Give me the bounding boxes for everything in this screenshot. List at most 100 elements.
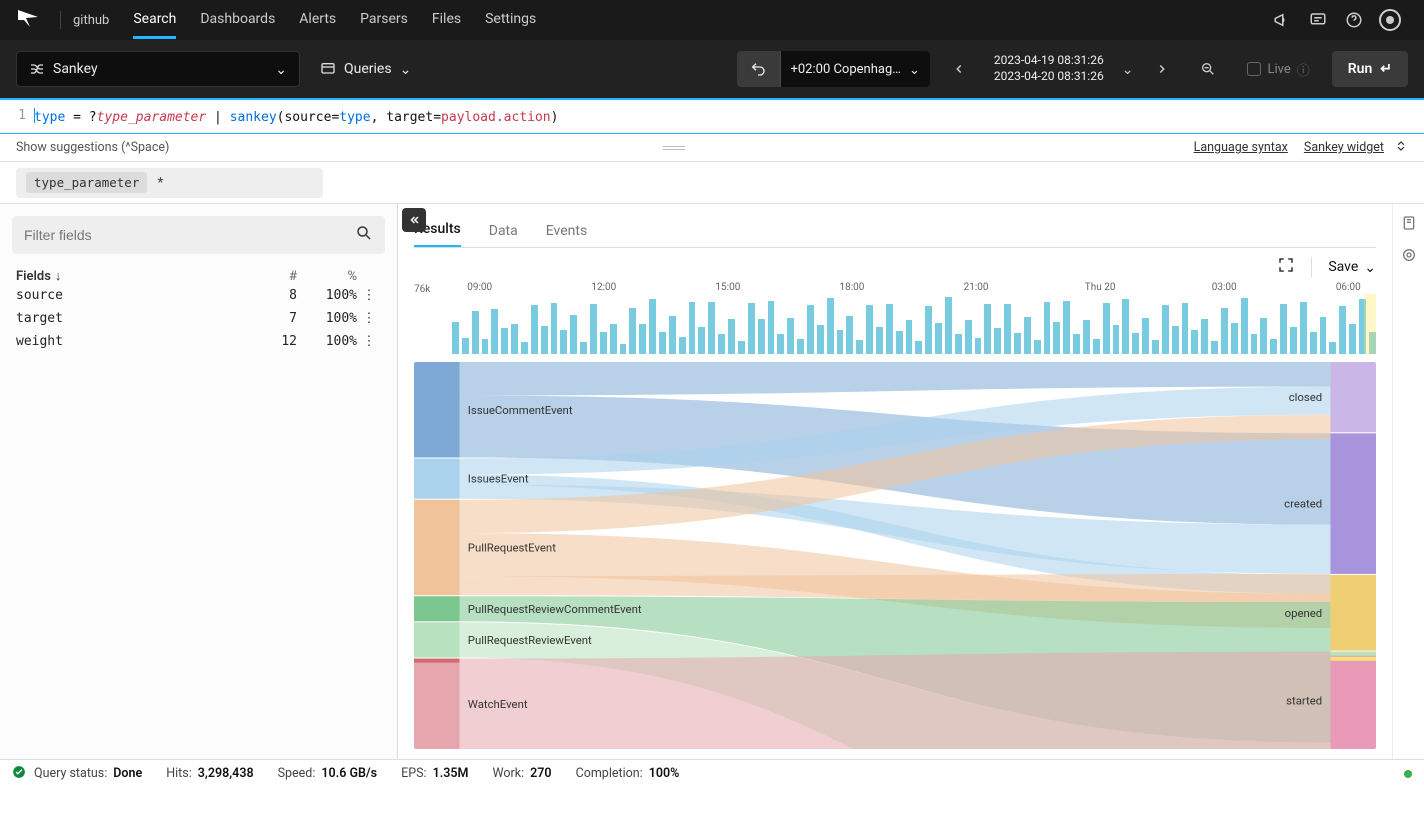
language-syntax-link[interactable]: Language syntax	[1194, 140, 1288, 155]
chevron-down-icon: ⌄	[1364, 260, 1376, 276]
queries-dropdown[interactable]: Queries ⌄	[312, 61, 419, 77]
nav-parsers[interactable]: Parsers	[360, 11, 408, 29]
announce-icon[interactable]	[1264, 2, 1300, 38]
svg-text:IssuesEvent: IssuesEvent	[468, 473, 529, 486]
undo-button[interactable]	[737, 51, 781, 87]
fields-sidebar: Fields ↓ # % source 8 100% ⋮target 7 100…	[0, 204, 398, 759]
svg-text:WatchEvent: WatchEvent	[468, 698, 528, 711]
tab-data[interactable]: Data	[489, 223, 518, 247]
viewtype-dropdown[interactable]: Sankey ⌄	[16, 51, 300, 87]
svg-text:PullRequestReviewCommentEvent: PullRequestReviewCommentEvent	[468, 603, 642, 616]
status-bar: Query status: Done Hits: 3,298,438 Speed…	[0, 759, 1424, 787]
save-dropdown[interactable]: Save ⌄	[1328, 259, 1376, 275]
chevron-down-icon: ⌄	[909, 63, 920, 78]
status-ok-icon	[12, 765, 26, 783]
chat-icon[interactable]	[1300, 2, 1336, 38]
filter-input[interactable]	[24, 227, 355, 243]
line-number: 1	[10, 108, 26, 123]
status-hits: Hits: 3,298,438	[166, 766, 253, 781]
rail-icon-1[interactable]	[1400, 214, 1418, 232]
search-icon[interactable]	[355, 224, 373, 247]
time-range[interactable]: 2023-04-19 08:31:26 2023-04-20 08:31:26	[988, 53, 1110, 84]
field-count: 12	[237, 334, 297, 349]
nav-search[interactable]: Search	[133, 11, 176, 29]
project-name[interactable]: github	[73, 13, 109, 28]
user-avatar[interactable]	[1372, 2, 1408, 38]
checkbox-icon	[1247, 62, 1261, 76]
sankey-chart[interactable]: IssueCommentEventIssuesEventPullRequestE…	[414, 362, 1376, 749]
live-label: Live	[1267, 62, 1290, 77]
parameter-row: type_parameter *	[0, 162, 1424, 204]
status-query: Query status: Done	[34, 766, 142, 781]
timezone-dropdown[interactable]: +02:00 Copenhag… ⌄	[781, 51, 930, 87]
time-prev-button[interactable]	[942, 51, 976, 87]
more-icon[interactable]: ⋮	[357, 311, 381, 326]
nav-dashboards[interactable]: Dashboards	[200, 11, 275, 29]
timeline-ylabel: 76k	[414, 284, 430, 295]
pct-col-header[interactable]: %	[297, 269, 357, 284]
time-end: 2023-04-20 08:31:26	[994, 69, 1104, 85]
info-icon: ⓘ	[1297, 60, 1310, 79]
parameter-chip[interactable]: type_parameter *	[16, 168, 323, 198]
query-editor[interactable]: 1 type = ?type_parameter | sankey(source…	[0, 98, 1424, 134]
chevron-down-icon: ⌄	[400, 62, 412, 78]
viewtype-label: Sankey	[53, 61, 98, 77]
fields-header: Fields ↓ # %	[12, 268, 385, 284]
fields-col-header[interactable]: Fields ↓	[16, 268, 237, 284]
timeline-ticks: 09:0012:0015:0018:0021:00Thu 2003:0006:0…	[452, 282, 1376, 294]
field-name: source	[16, 288, 237, 303]
enter-icon: ↵	[1380, 61, 1392, 77]
field-row[interactable]: weight 12 100% ⋮	[12, 330, 385, 353]
svg-text:opened: opened	[1285, 607, 1323, 620]
field-row[interactable]: source 8 100% ⋮	[12, 284, 385, 307]
more-icon[interactable]: ⋮	[357, 334, 381, 349]
timezone-label: +02:00 Copenhag…	[791, 62, 901, 77]
svg-text:PullRequestEvent: PullRequestEvent	[468, 542, 556, 555]
result-tabs: Results Data Events	[414, 214, 1376, 248]
more-icon[interactable]: ⋮	[357, 288, 381, 303]
divider	[60, 11, 61, 29]
nav-settings[interactable]: Settings	[485, 11, 536, 29]
parameter-name: type_parameter	[26, 172, 147, 193]
timeline-chart[interactable]: 76k 09:0012:0015:0018:0021:00Thu 2003:00…	[422, 282, 1376, 354]
status-completion: Completion: 100%	[576, 766, 680, 781]
time-next-button[interactable]	[1145, 51, 1179, 87]
expand-icon[interactable]	[1394, 139, 1408, 157]
nav-alerts[interactable]: Alerts	[299, 11, 336, 29]
result-actions: Save ⌄	[414, 248, 1376, 282]
main-split: Fields ↓ # % source 8 100% ⋮target 7 100…	[0, 204, 1424, 759]
zoom-out-button[interactable]	[1191, 51, 1225, 87]
field-name: weight	[16, 334, 237, 349]
brand-logo[interactable]	[16, 6, 40, 34]
field-count: 7	[237, 311, 297, 326]
status-work: Work: 270	[493, 766, 552, 781]
results-area: Results Data Events Save ⌄ 76k 09:0012:0…	[398, 204, 1424, 759]
chevron-down-icon[interactable]: ⌄	[1122, 62, 1134, 78]
nav-files[interactable]: Files	[432, 11, 461, 29]
count-col-header[interactable]: #	[237, 269, 297, 284]
status-speed: Speed: 10.6 GB/s	[278, 766, 378, 781]
svg-text:closed: closed	[1289, 391, 1323, 404]
status-dot-icon	[1404, 770, 1412, 778]
status-eps: EPS: 1.35M	[401, 766, 468, 781]
collapse-sidebar-button[interactable]	[402, 208, 426, 232]
rail-icon-2[interactable]	[1400, 246, 1418, 264]
sankey-widget-link[interactable]: Sankey widget	[1304, 140, 1384, 155]
filter-fields-input[interactable]	[12, 216, 385, 254]
run-label: Run	[1348, 61, 1373, 77]
field-row[interactable]: target 7 100% ⋮	[12, 307, 385, 330]
suggestions-hint[interactable]: Show suggestions (^Space)	[16, 140, 169, 155]
svg-text:PullRequestReviewEvent: PullRequestReviewEvent	[468, 634, 592, 647]
search-toolbar: Sankey ⌄ Queries ⌄ +02:00 Copenhag… ⌄ 20…	[0, 40, 1424, 98]
help-icon[interactable]	[1336, 2, 1372, 38]
field-name: target	[16, 311, 237, 326]
run-button[interactable]: Run ↵	[1332, 51, 1408, 87]
fullscreen-button[interactable]	[1277, 256, 1295, 278]
query-code[interactable]: type = ?type_parameter | sankey(source=t…	[34, 108, 558, 125]
live-toggle[interactable]: Live ⓘ	[1237, 60, 1319, 79]
time-controls: +02:00 Copenhag… ⌄	[737, 51, 930, 87]
drag-handle-icon[interactable]	[659, 143, 689, 153]
timeline-bars	[452, 296, 1376, 354]
time-start: 2023-04-19 08:31:26	[994, 53, 1104, 69]
tab-events[interactable]: Events	[546, 223, 587, 247]
